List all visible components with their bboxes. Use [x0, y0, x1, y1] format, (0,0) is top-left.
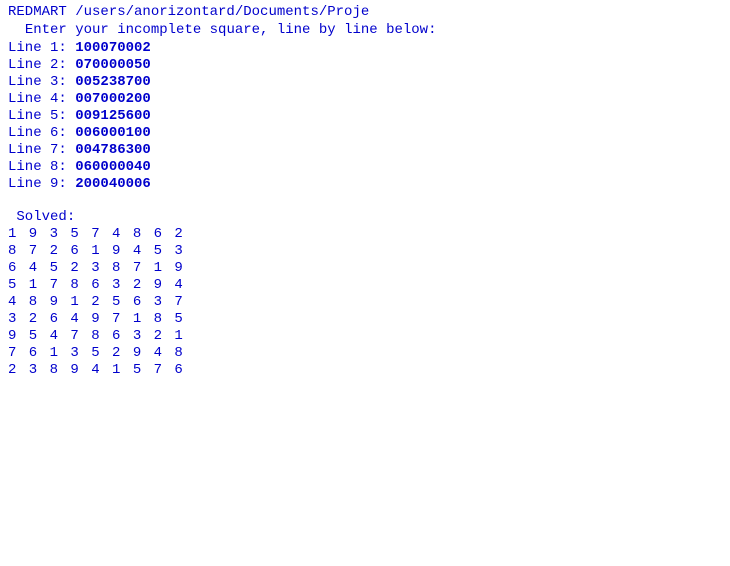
line-label-9: Line 9:	[8, 176, 67, 192]
input-line-2: Line 2: 070000050	[8, 57, 722, 73]
input-line-1: Line 1: 100070002	[8, 40, 722, 56]
input-line-4: Line 4: 007000200	[8, 91, 722, 107]
solution-row-3: 6 4 5 2 3 8 7 1 9	[8, 260, 722, 276]
line-value-7: 004786300	[75, 142, 151, 158]
header-path: REDMART /users/anorizontard/Documents/Pr…	[8, 4, 722, 20]
solution-row-4: 5 1 7 8 6 3 2 9 4	[8, 277, 722, 293]
input-line-8: Line 8: 060000040	[8, 159, 722, 175]
blank-line	[8, 193, 722, 209]
solution-row-2: 8 7 2 6 1 9 4 5 3	[8, 243, 722, 259]
solution-row-7: 9 5 4 7 8 6 3 2 1	[8, 328, 722, 344]
input-line-5: Line 5: 009125600	[8, 108, 722, 124]
input-line-9: Line 9: 200040006	[8, 176, 722, 192]
line-label-3: Line 3:	[8, 74, 67, 90]
line-label-1: Line 1:	[8, 40, 67, 56]
solution-row-5: 4 8 9 1 2 5 6 3 7	[8, 294, 722, 310]
line-value-5: 009125600	[75, 108, 151, 124]
solution-row-6: 3 2 6 4 9 7 1 8 5	[8, 311, 722, 327]
solution-container: 1 9 3 5 7 4 8 6 28 7 2 6 1 9 4 5 36 4 5 …	[8, 226, 722, 378]
line-label-4: Line 4:	[8, 91, 67, 107]
solution-row-1: 1 9 3 5 7 4 8 6 2	[8, 226, 722, 242]
input-line-6: Line 6: 006000100	[8, 125, 722, 141]
input-line-7: Line 7: 004786300	[8, 142, 722, 158]
line-label-2: Line 2:	[8, 57, 67, 73]
line-value-8: 060000040	[75, 159, 151, 175]
solved-header: Solved:	[8, 209, 722, 225]
line-label-7: Line 7:	[8, 142, 67, 158]
solution-row-9: 2 3 8 9 4 1 5 7 6	[8, 362, 722, 378]
prompt-text: Enter your incomplete square, line by li…	[25, 22, 437, 38]
line-value-4: 007000200	[75, 91, 151, 107]
line-label-6: Line 6:	[8, 125, 67, 141]
prompt-line: Enter your incomplete square, line by li…	[8, 22, 722, 38]
input-line-3: Line 3: 005238700	[8, 74, 722, 90]
line-value-6: 006000100	[75, 125, 151, 141]
line-value-3: 005238700	[75, 74, 151, 90]
line-value-2: 070000050	[75, 57, 151, 73]
line-label-5: Line 5:	[8, 108, 67, 124]
solution-row-8: 7 6 1 3 5 2 9 4 8	[8, 345, 722, 361]
line-value-9: 200040006	[75, 176, 151, 192]
terminal-window: REDMART /users/anorizontard/Documents/Pr…	[0, 0, 730, 566]
line-label-8: Line 8:	[8, 159, 67, 175]
input-lines-container: Line 1: 100070002Line 2: 070000050Line 3…	[8, 40, 722, 192]
line-value-1: 100070002	[75, 40, 151, 56]
